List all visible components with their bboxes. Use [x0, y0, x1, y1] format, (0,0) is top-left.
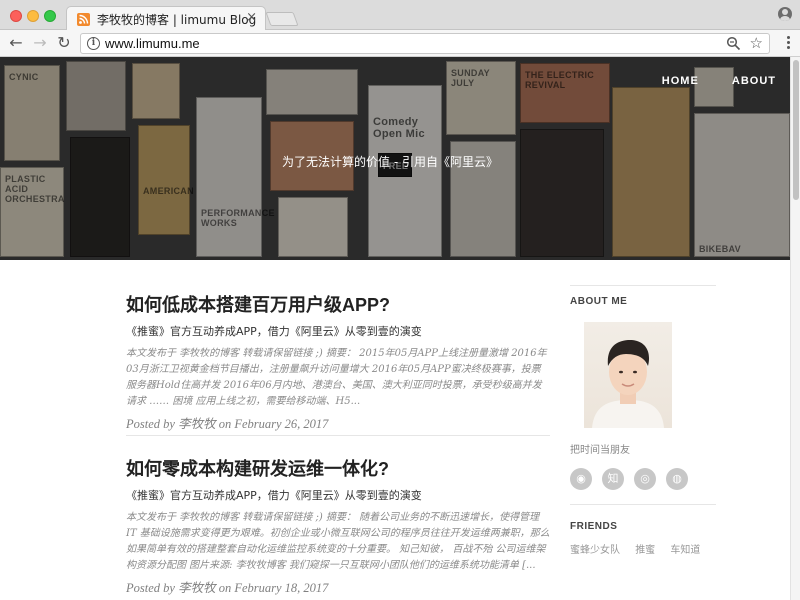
rss-icon[interactable]: ◉: [570, 468, 592, 490]
sidebar-divider: [570, 285, 716, 286]
new-tab-button[interactable]: [265, 12, 299, 26]
friend-link[interactable]: 推蜜: [635, 545, 655, 556]
nav-about-link[interactable]: ABOUT: [732, 75, 776, 87]
browser-menu-icon[interactable]: [787, 36, 790, 50]
browser-toolbar: ← → ↻ i www.limumu.me ☆: [0, 30, 800, 57]
url-text[interactable]: www.limumu.me: [105, 36, 200, 51]
window-minimize-button[interactable]: [27, 10, 39, 22]
post-meta: Posted by 李牧牧 on February 26, 2017: [126, 417, 329, 431]
hero-banner: CYNIC PLASTIC ACID ORCHESTRA AMERICAN PE…: [0, 57, 790, 260]
window-maximize-button[interactable]: [44, 10, 56, 22]
tab-title: 李牧牧的博客 | limumu Blog: [97, 13, 257, 27]
nav-home-link[interactable]: HOME: [662, 75, 699, 87]
post-subtitle[interactable]: 《推蜜》官方互动养成APP，借力《阿里云》从零到壹的演变: [126, 487, 550, 503]
scrollbar-thumb[interactable]: [793, 60, 799, 200]
browser-tab-bar: 李牧牧的博客 | limumu Blog ×: [0, 0, 800, 31]
address-bar[interactable]: i www.limumu.me ☆: [80, 33, 770, 54]
post-meta: Posted by 李牧牧 on February 18, 2017: [126, 581, 329, 595]
sidebar-divider: [570, 504, 716, 505]
post-preview: 如何低成本搭建百万用户级APP? 《推蜜》官方互动养成APP，借力《阿里云》从零…: [126, 291, 550, 432]
tab-close-icon[interactable]: ×: [246, 10, 257, 26]
friend-link[interactable]: 蜜蜂少女队: [570, 545, 620, 556]
post-subtitle[interactable]: 《推蜜》官方互动养成APP，借力《阿里云》从零到壹的演变: [126, 323, 550, 339]
about-me-heading: ABOUT ME: [570, 296, 628, 307]
friends-heading: FRIENDS: [570, 521, 618, 532]
page-viewport: CYNIC PLASTIC ACID ORCHESTRA AMERICAN PE…: [0, 57, 790, 600]
friend-links: 蜜蜂少女队 推蜜 车知道: [570, 541, 712, 556]
author-bio: 把时间当朋友: [570, 445, 630, 456]
site-subtitle: 为了无法计算的价值 - 引用自《阿里云》: [282, 155, 498, 169]
author-avatar: [584, 322, 672, 428]
sidebar: ABOUT ME 把时间当朋友 ◉ 知 ◎ ◍ FRIENDS 蜜蜂少女队 推蜜: [570, 285, 716, 556]
top-nav: HOME ABOUT: [634, 69, 776, 88]
zoom-icon[interactable]: [726, 36, 741, 51]
rss-favicon-icon: [77, 13, 90, 26]
post-excerpt[interactable]: 本文发布于 李牧牧的博客 转载请保留链接 ;) 摘要： 随着公司业务的不断迅速增…: [126, 510, 550, 574]
forward-arrow-icon[interactable]: →: [30, 33, 50, 53]
weibo-icon[interactable]: ◎: [634, 468, 656, 490]
post-excerpt[interactable]: 本文发布于 李牧牧的博客 转载请保留链接 ;) 摘要： 2015年05月APP上…: [126, 346, 550, 410]
bookmark-star-icon[interactable]: ☆: [750, 34, 763, 52]
reload-icon[interactable]: ↻: [54, 33, 74, 53]
profile-avatar-icon[interactable]: [778, 7, 792, 21]
friend-link[interactable]: 车知道: [670, 545, 700, 556]
github-icon[interactable]: ◍: [666, 468, 688, 490]
back-arrow-icon[interactable]: ←: [6, 33, 26, 53]
post-title-link[interactable]: 如何零成本构建研发运维一体化?: [126, 455, 550, 481]
post-preview: 如何零成本构建研发运维一体化? 《推蜜》官方互动养成APP，借力《阿里云》从零到…: [126, 455, 550, 596]
page-scrollbar[interactable]: [790, 57, 800, 600]
browser-tab-active[interactable]: 李牧牧的博客 | limumu Blog ×: [66, 6, 266, 31]
window-close-button[interactable]: [10, 10, 22, 22]
zhihu-icon[interactable]: 知: [602, 468, 624, 490]
post-title-link[interactable]: 如何低成本搭建百万用户级APP?: [126, 291, 550, 317]
post-divider: [126, 435, 550, 436]
site-info-icon[interactable]: i: [87, 37, 100, 50]
